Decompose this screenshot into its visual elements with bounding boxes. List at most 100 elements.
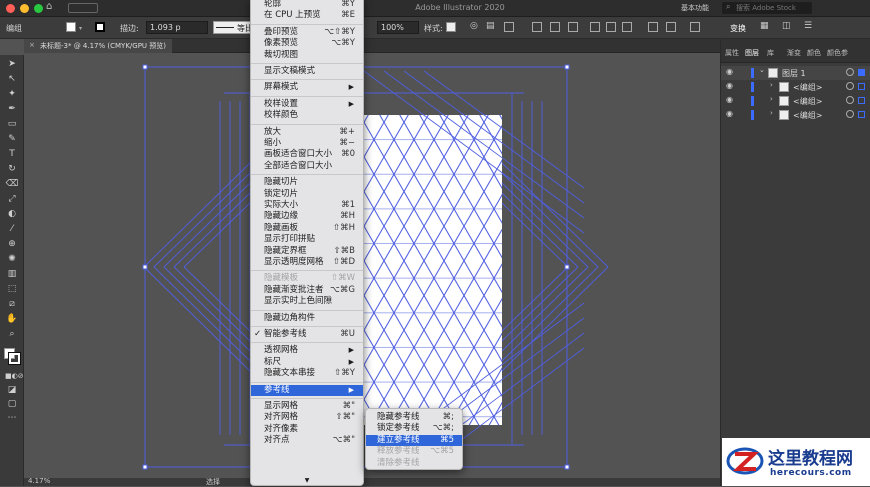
paintbrush-tool-icon[interactable]: ✎: [5, 134, 19, 145]
menu-item[interactable]: 隐藏边角构件: [251, 313, 363, 324]
guides-menu-item[interactable]: 隐藏参考线 ⌘;: [366, 412, 462, 423]
isolate-icon[interactable]: [666, 22, 676, 32]
menu-item[interactable]: 校样颜色: [251, 110, 363, 121]
submenu-item[interactable]: 参考线 ▶: [251, 384, 363, 396]
expand-chevron-icon[interactable]: ›: [770, 109, 773, 117]
menu-item[interactable]: 叠印预览 ⌥⇧⌘Y: [251, 27, 363, 38]
selection-indicator-icon[interactable]: [858, 83, 865, 90]
menu-item[interactable]: 隐藏文本串接 ⇧⌘Y: [251, 368, 363, 379]
menu-item[interactable]: 显示打印拼贴: [251, 234, 363, 245]
scale-tool-icon[interactable]: ⤢: [5, 194, 19, 205]
eyedropper-tool-icon[interactable]: ⁄: [5, 224, 19, 235]
artboard-icon[interactable]: [504, 22, 514, 32]
align-left-icon[interactable]: [532, 22, 542, 32]
menu-item[interactable]: 实际大小 ⌘1: [251, 200, 363, 211]
menu-item[interactable]: ✓ 智能参考线 ⌘U: [251, 329, 363, 340]
selection-indicator-icon[interactable]: [858, 111, 865, 118]
menu-scroll-down-icon[interactable]: ▼: [251, 477, 363, 484]
menu-item[interactable]: 显示透明度网格 ⇧⌘D: [251, 257, 363, 268]
draw-mode-icon[interactable]: ◪: [5, 385, 19, 396]
select-similar-icon[interactable]: ◫: [782, 21, 791, 31]
workspace-label[interactable]: 基本功能: [681, 3, 709, 13]
tab-layers[interactable]: 图层: [745, 48, 759, 58]
menu-item[interactable]: 显示实时上色间隙: [251, 296, 363, 307]
expand-chevron-icon[interactable]: ›: [770, 95, 773, 103]
fill-dropdown-icon[interactable]: ▾: [79, 25, 82, 32]
panel-menu-icon[interactable]: ☰: [804, 21, 812, 31]
opacity-input[interactable]: 100%: [377, 21, 419, 34]
target-icon[interactable]: [846, 110, 854, 118]
menu-item[interactable]: 轮廓 ⌘Y: [251, 0, 363, 10]
align-middle-icon[interactable]: [606, 22, 616, 32]
menu-item[interactable]: 隐藏边缘 ⌘H: [251, 211, 363, 222]
submenu-item[interactable]: 屏幕模式 ▶: [251, 82, 363, 93]
type-tool-icon[interactable]: T: [5, 149, 19, 160]
menu-item[interactable]: 在 CPU 上预览 ⌘E: [251, 10, 363, 21]
home-icon[interactable]: ⌂: [46, 1, 52, 12]
slice-tool-icon[interactable]: ⧄: [5, 299, 19, 310]
visibility-eye-icon[interactable]: ◉: [726, 81, 733, 90]
target-icon[interactable]: [846, 96, 854, 104]
close-window-button[interactable]: [6, 4, 15, 13]
minimize-window-button[interactable]: [20, 4, 29, 13]
target-icon[interactable]: [846, 82, 854, 90]
menu-item[interactable]: 隐藏渐变批注者 ⌥⌘G: [251, 285, 363, 296]
stroke-swatch[interactable]: [95, 22, 105, 32]
zoom-window-button[interactable]: [34, 4, 43, 13]
group-name[interactable]: <编组>: [793, 96, 822, 107]
stroke-weight-input[interactable]: 1.093 p: [146, 21, 208, 34]
visibility-eye-icon[interactable]: ◉: [726, 109, 733, 118]
group-name[interactable]: <编组>: [793, 82, 822, 93]
menu-item[interactable]: 对齐像素: [251, 424, 363, 435]
menu-item[interactable]: 对齐点 ⌥⌘": [251, 435, 363, 446]
zoom-level[interactable]: 4.17%: [28, 477, 50, 485]
menu-item[interactable]: 锁定切片: [251, 189, 363, 200]
visibility-eye-icon[interactable]: ◉: [726, 67, 733, 76]
distribute-icon[interactable]: [648, 22, 658, 32]
shape-builder-tool-icon[interactable]: ◐: [5, 209, 19, 220]
workspace-switcher-button[interactable]: [68, 3, 98, 13]
fill-swatch[interactable]: [66, 22, 76, 32]
menu-item[interactable]: 对齐网格 ⇧⌘": [251, 412, 363, 423]
magic-wand-tool-icon[interactable]: ✦: [5, 89, 19, 100]
hand-tool-icon[interactable]: ✋: [5, 314, 19, 325]
rectangle-tool-icon[interactable]: ▭: [5, 119, 19, 130]
align-icon[interactable]: ▤: [486, 21, 495, 31]
align-center-icon[interactable]: [550, 22, 560, 32]
visibility-eye-icon[interactable]: ◉: [726, 95, 733, 104]
tab-color[interactable]: 颜色: [807, 48, 821, 58]
eraser-tool-icon[interactable]: ⌫: [5, 179, 19, 190]
sublayer-row[interactable]: ◉ › <编组>: [721, 108, 870, 122]
guides-menu-item[interactable]: 建立参考线 ⌘5: [366, 434, 462, 446]
graphic-style-swatch[interactable]: [446, 22, 456, 32]
recolor-icon[interactable]: ◎: [470, 21, 478, 31]
selection-tool-icon[interactable]: ➤: [5, 59, 19, 70]
tab-libraries[interactable]: 库: [767, 48, 774, 58]
target-icon[interactable]: [846, 68, 854, 76]
direct-selection-tool-icon[interactable]: ↖: [5, 74, 19, 85]
stock-search-box[interactable]: ⌕ 搜索 Adobe Stock: [722, 2, 812, 14]
tab-properties[interactable]: 属性: [725, 48, 739, 58]
sublayer-row[interactable]: ◉ › <编组>: [721, 80, 870, 94]
close-tab-icon[interactable]: ×: [29, 41, 35, 49]
rotate-tool-icon[interactable]: ↻: [5, 164, 19, 175]
menu-item[interactable]: 缩小 ⌘−: [251, 138, 363, 149]
expand-chevron-icon[interactable]: ›: [770, 81, 773, 89]
submenu-item[interactable]: 透视网格 ▶: [251, 345, 363, 356]
stroke-color-icon[interactable]: [8, 352, 21, 365]
submenu-item[interactable]: 校样设置 ▶: [251, 99, 363, 110]
menu-item[interactable]: 隐藏切片: [251, 177, 363, 188]
edit-contents-icon[interactable]: [690, 22, 700, 32]
align-top-icon[interactable]: [590, 22, 600, 32]
blend-tool-icon[interactable]: ⊕: [5, 239, 19, 250]
align-right-icon[interactable]: [568, 22, 578, 32]
pen-tool-icon[interactable]: ✒: [5, 104, 19, 115]
menu-item[interactable]: 像素预览 ⌥⌘Y: [251, 38, 363, 49]
menu-item[interactable]: 裁切视图: [251, 50, 363, 61]
screen-mode-icon[interactable]: ▢: [5, 399, 19, 410]
group-name[interactable]: <编组>: [793, 110, 822, 121]
menu-item[interactable]: 画板适合窗口大小 ⌘0: [251, 149, 363, 160]
tab-color-guide[interactable]: 颜色参: [827, 48, 848, 58]
tab-gradient[interactable]: 渐变: [787, 48, 801, 58]
layer-row[interactable]: ◉ ⌄ 图层 1: [721, 66, 870, 80]
